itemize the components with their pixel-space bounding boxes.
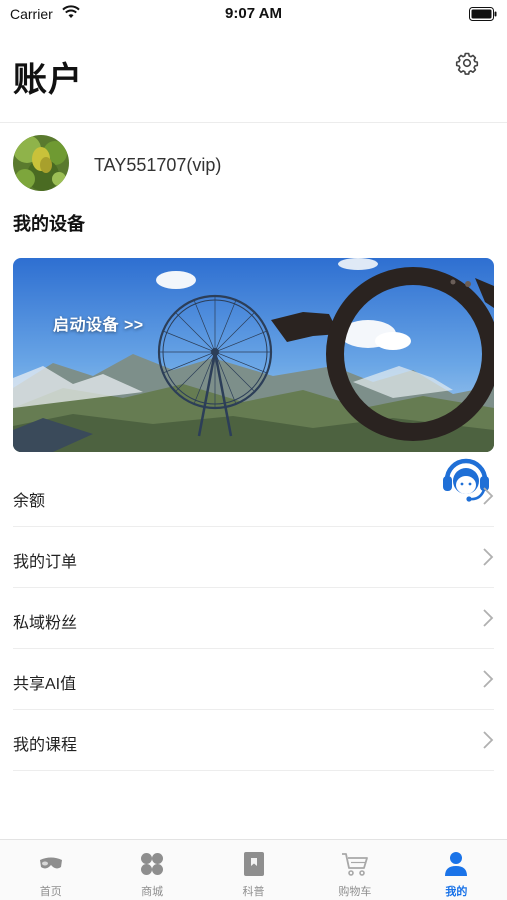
- username: TAY551707(vip): [94, 155, 222, 175]
- tab-label: 我的: [445, 886, 468, 898]
- menu-item-label: 私域粉丝: [13, 615, 78, 632]
- tab-science[interactable]: 科普: [203, 840, 304, 900]
- tab-mine[interactable]: 我的: [406, 840, 507, 900]
- home-glasses-icon: [39, 857, 62, 869]
- tab-label: 科普: [242, 886, 265, 898]
- menu-item-courses[interactable]: 我的课程: [13, 710, 494, 771]
- menu-item-label: 共享AI值: [13, 676, 77, 693]
- banner-illustration: [13, 258, 494, 452]
- start-device-banner[interactable]: 启动设备 >>: [13, 258, 494, 452]
- tab-label: 购物车: [338, 886, 372, 898]
- gear-icon: [455, 52, 479, 75]
- tab-cart[interactable]: 购物车: [304, 840, 405, 900]
- settings-button[interactable]: [455, 51, 479, 75]
- account-menu: 余额 我的订单 私域粉丝 共享AI值 我的课程: [13, 466, 494, 771]
- chevron-right-icon: [483, 731, 494, 749]
- tab-label: 首页: [39, 886, 62, 898]
- status-bar: Carrier 9:07 AM: [0, 0, 507, 28]
- tab-home[interactable]: 首页: [0, 840, 101, 900]
- menu-item-private-fans[interactable]: 私域粉丝: [13, 588, 494, 649]
- chevron-right-icon: [483, 548, 494, 566]
- chevron-right-icon: [483, 487, 494, 505]
- bookmark-icon: [243, 852, 264, 876]
- grid-icon: [141, 853, 164, 875]
- start-device-label: 启动设备 >>: [53, 317, 144, 334]
- menu-item-label: 我的课程: [13, 737, 78, 754]
- menu-item-orders[interactable]: 我的订单: [13, 527, 494, 588]
- tab-label: 商城: [141, 886, 164, 898]
- page-title: 账户: [13, 61, 83, 99]
- menu-item-shared-ai[interactable]: 共享AI值: [13, 649, 494, 710]
- devices-section-title: 我的设备: [13, 214, 85, 234]
- header-divider: [0, 122, 507, 123]
- menu-item-balance[interactable]: 余额: [13, 466, 494, 527]
- cart-icon: [341, 853, 368, 876]
- chevron-right-icon: [483, 609, 494, 627]
- tab-mall[interactable]: 商城: [101, 840, 202, 900]
- menu-item-label: 余额: [13, 493, 46, 510]
- tab-bar: 首页 商城 科普 购物车 我的: [0, 839, 507, 900]
- chevron-right-icon: [483, 670, 494, 688]
- avatar[interactable]: [13, 135, 69, 191]
- plant-photo: [13, 135, 69, 191]
- person-icon: [445, 852, 468, 876]
- battery-icon: [469, 7, 497, 21]
- status-time: 9:07 AM: [225, 5, 282, 22]
- menu-item-label: 我的订单: [13, 554, 78, 571]
